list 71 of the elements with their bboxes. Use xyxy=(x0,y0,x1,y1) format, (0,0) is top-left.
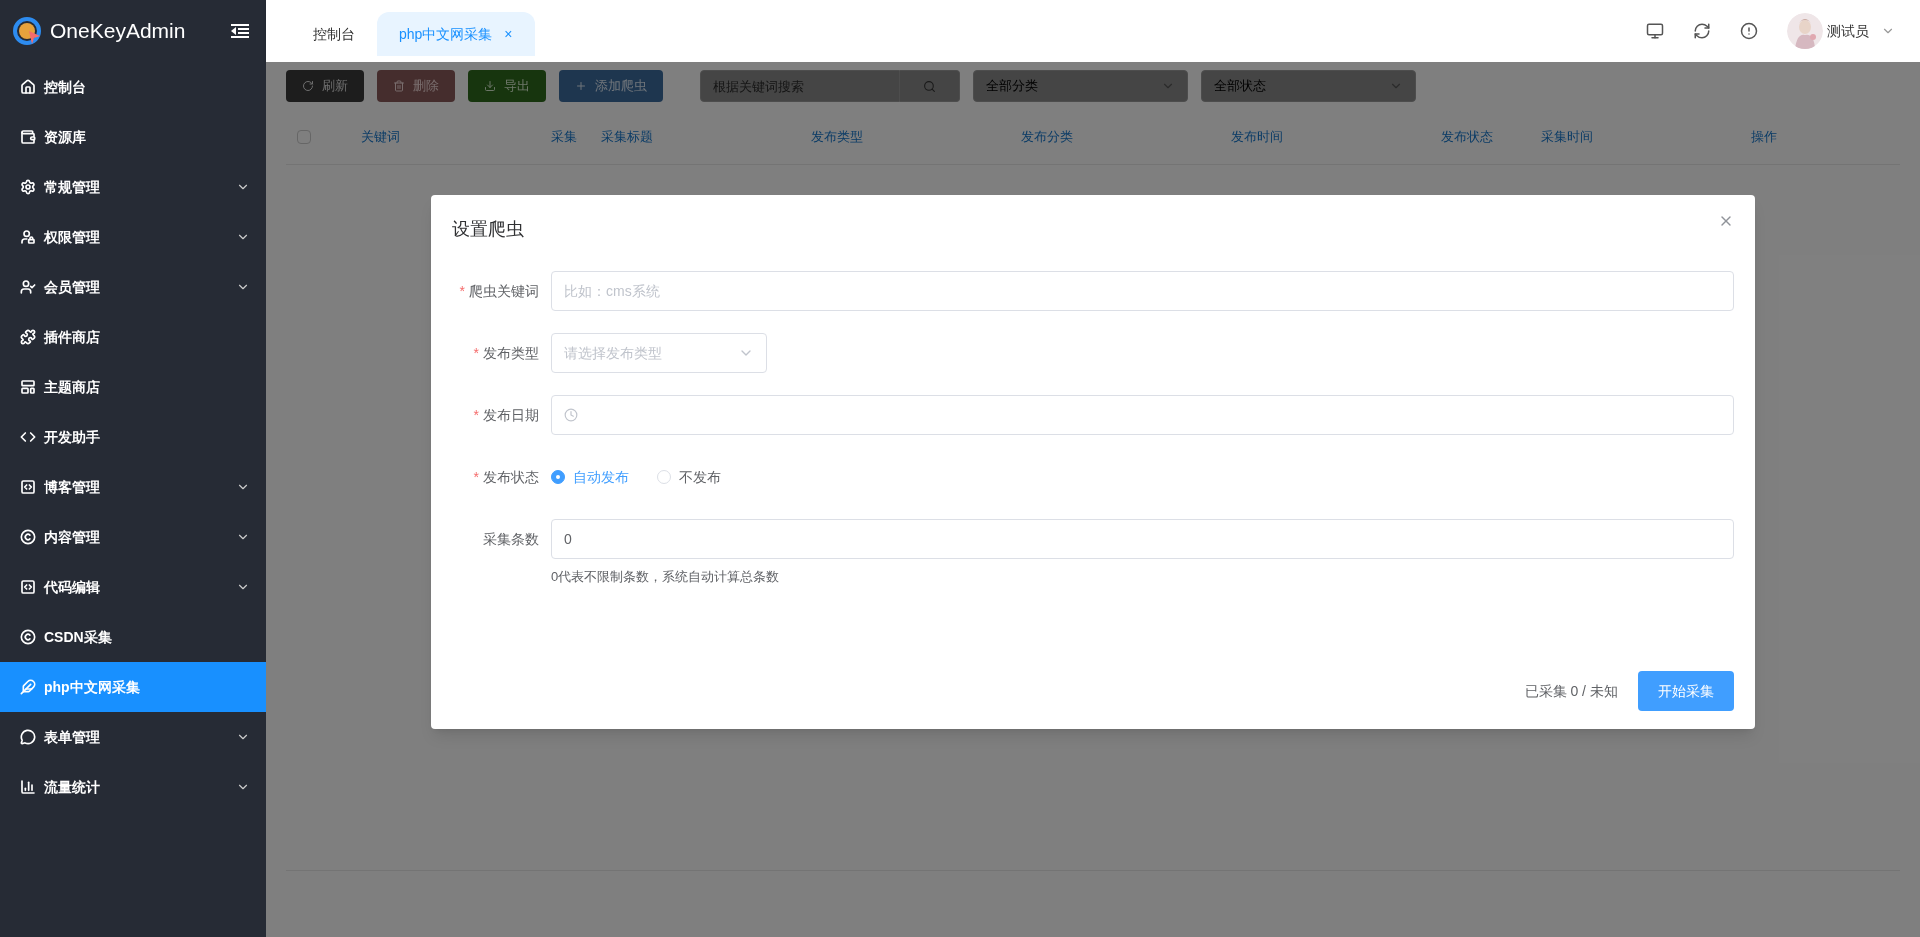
sidebar-item[interactable]: 代码编辑 xyxy=(0,562,266,612)
circle-c-icon xyxy=(20,629,36,645)
sidebar-item[interactable]: CSDN采集 xyxy=(0,612,266,662)
code-icon xyxy=(20,429,36,445)
feather-icon xyxy=(20,679,36,695)
download-icon xyxy=(484,80,496,92)
column-header: 发布状态 xyxy=(1441,128,1494,147)
column-header: 发布类型 xyxy=(811,128,864,147)
refresh-icon[interactable] xyxy=(1693,22,1711,40)
search-icon xyxy=(923,79,936,93)
required-mark: * xyxy=(473,468,479,487)
checkbox[interactable] xyxy=(297,130,311,144)
sidebar-item[interactable]: 控制台 xyxy=(0,62,266,112)
field-label: 发布日期 xyxy=(483,406,539,425)
logo-icon xyxy=(12,16,42,46)
date-input[interactable] xyxy=(551,395,1734,435)
chat-bubble-icon xyxy=(20,729,36,745)
circle-c-icon xyxy=(20,529,36,545)
column-header: 操作 xyxy=(1751,128,1778,147)
house-icon xyxy=(20,79,36,95)
sidebar-item[interactable]: 博客管理 xyxy=(0,462,266,512)
field-label: 发布类型 xyxy=(483,344,539,363)
sidebar-item[interactable]: 主题商店 xyxy=(0,362,266,412)
sidebar-item[interactable]: 资源库 xyxy=(0,112,266,162)
toolbar-button[interactable]: 刷新 xyxy=(286,70,364,102)
column-header: 关键词 xyxy=(361,128,401,147)
field-label: 采集条数 xyxy=(483,530,539,549)
sidebar-item[interactable]: 流量统计 xyxy=(0,762,266,812)
wallet-icon xyxy=(20,129,36,145)
select-placeholder: 请选择发布类型 xyxy=(564,344,662,363)
alert-icon[interactable] xyxy=(1740,22,1758,40)
column-header: 采集标题 xyxy=(601,128,654,147)
help-text: 0代表不限制条数，系统自动计算总条数 xyxy=(551,568,781,586)
layout-icon xyxy=(20,379,36,395)
menu-icon[interactable] xyxy=(230,23,250,39)
progress-text: 已采集 0 / xyxy=(1524,682,1586,701)
plus-icon xyxy=(575,80,587,92)
required-mark: * xyxy=(459,282,465,301)
sidebar-item[interactable]: 插件商店 xyxy=(0,312,266,362)
required-mark: * xyxy=(473,344,479,363)
column-header: 采集时间 xyxy=(1541,128,1594,147)
required-mark: * xyxy=(473,406,479,425)
keyword-input[interactable]: 比如：cms系统 xyxy=(551,271,1734,311)
user-lock-icon xyxy=(20,229,36,245)
code-icon xyxy=(20,579,36,595)
column-header: 发布时间 xyxy=(1231,128,1284,147)
puzzle-icon xyxy=(20,329,36,345)
clock-icon xyxy=(564,408,578,422)
count-input[interactable]: 0 xyxy=(551,519,1734,559)
sidebar-item[interactable]: 开发助手 xyxy=(0,412,266,462)
sidebar-item[interactable]: 内容管理 xyxy=(0,512,266,562)
monitor-icon[interactable] xyxy=(1646,22,1664,40)
column-header: 发布分类 xyxy=(1021,128,1074,147)
user-check-icon xyxy=(20,279,36,295)
brand-name: OneKeyAdmin xyxy=(50,18,186,45)
refresh-icon xyxy=(302,80,314,92)
column-header: 采集 xyxy=(551,128,578,147)
radio-option[interactable]: 不发布 xyxy=(657,467,721,487)
gear-icon xyxy=(20,179,36,195)
page-tab[interactable]: 控制台 xyxy=(291,12,377,56)
dialog-title: 设置爬虫 xyxy=(452,218,524,241)
bar-chart-icon xyxy=(20,779,36,795)
sidebar-item[interactable]: 表单管理 xyxy=(0,712,266,762)
field-label: 发布状态 xyxy=(483,468,539,487)
square-icon xyxy=(20,479,36,495)
sidebar-item[interactable]: 权限管理 xyxy=(0,212,266,262)
sidebar-item[interactable]: 常规管理 xyxy=(0,162,266,212)
total-text: 未知 xyxy=(1590,682,1618,701)
sidebar-item[interactable]: 会员管理 xyxy=(0,262,266,312)
user-name[interactable]: 测试员 xyxy=(1827,21,1869,41)
field-label: 爬虫关键词 xyxy=(469,282,539,301)
